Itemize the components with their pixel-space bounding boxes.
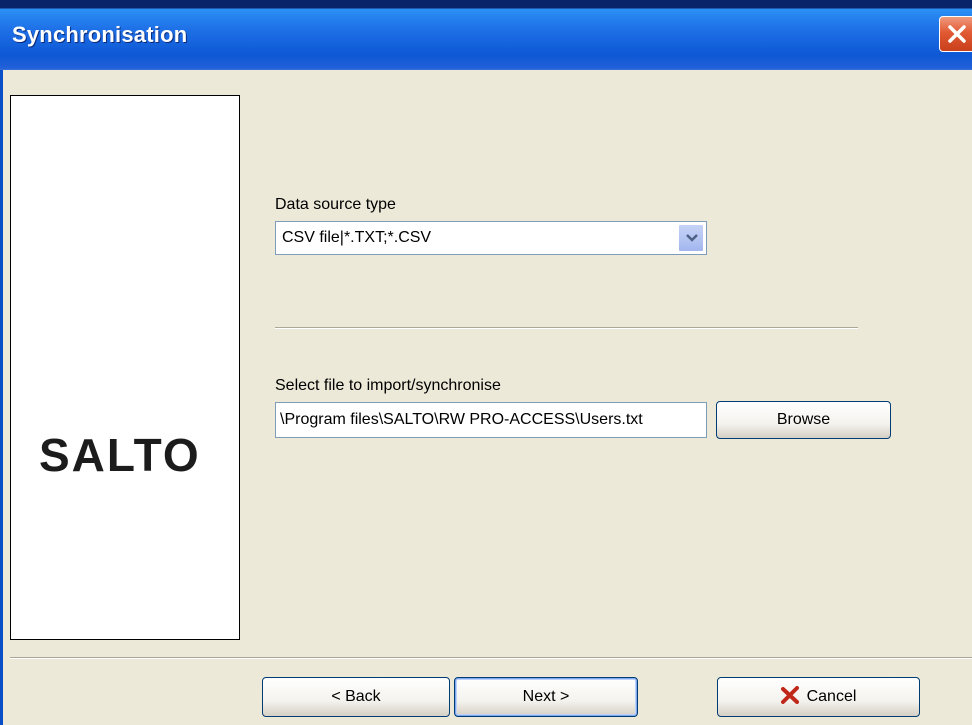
data-source-type-label: Data source type bbox=[275, 196, 396, 213]
browse-button-label: Browse bbox=[776, 411, 831, 428]
window-left-border bbox=[0, 70, 3, 725]
window-title: Synchronisation bbox=[12, 22, 188, 47]
data-source-type-select[interactable]: CSV file|*.TXT;*.CSV bbox=[275, 221, 707, 255]
data-source-type-value: CSV file|*.TXT;*.CSV bbox=[282, 229, 432, 246]
logo-panel: SALTO bbox=[10, 95, 240, 640]
next-button[interactable]: Next > bbox=[454, 677, 638, 717]
cancel-button[interactable]: Cancel bbox=[717, 677, 920, 717]
next-button-label: Next > bbox=[522, 688, 570, 705]
footer-divider bbox=[10, 657, 972, 659]
browse-button[interactable]: Browse bbox=[716, 401, 891, 439]
back-button-label: < Back bbox=[331, 688, 381, 705]
red-x-icon bbox=[780, 685, 799, 709]
dropdown-button[interactable] bbox=[678, 224, 704, 252]
close-button[interactable] bbox=[939, 16, 972, 52]
title-bar[interactable]: Synchronisation bbox=[0, 0, 972, 70]
salto-logo: SALTO bbox=[39, 429, 201, 481]
cancel-button-label: Cancel bbox=[806, 688, 857, 705]
back-button[interactable]: < Back bbox=[262, 677, 450, 717]
synchronisation-dialog: Synchronisation SALTO Data source type C… bbox=[0, 0, 972, 725]
select-file-label: Select file to import/synchronise bbox=[275, 377, 501, 394]
section-divider bbox=[275, 327, 858, 329]
file-path-input[interactable] bbox=[275, 402, 707, 438]
